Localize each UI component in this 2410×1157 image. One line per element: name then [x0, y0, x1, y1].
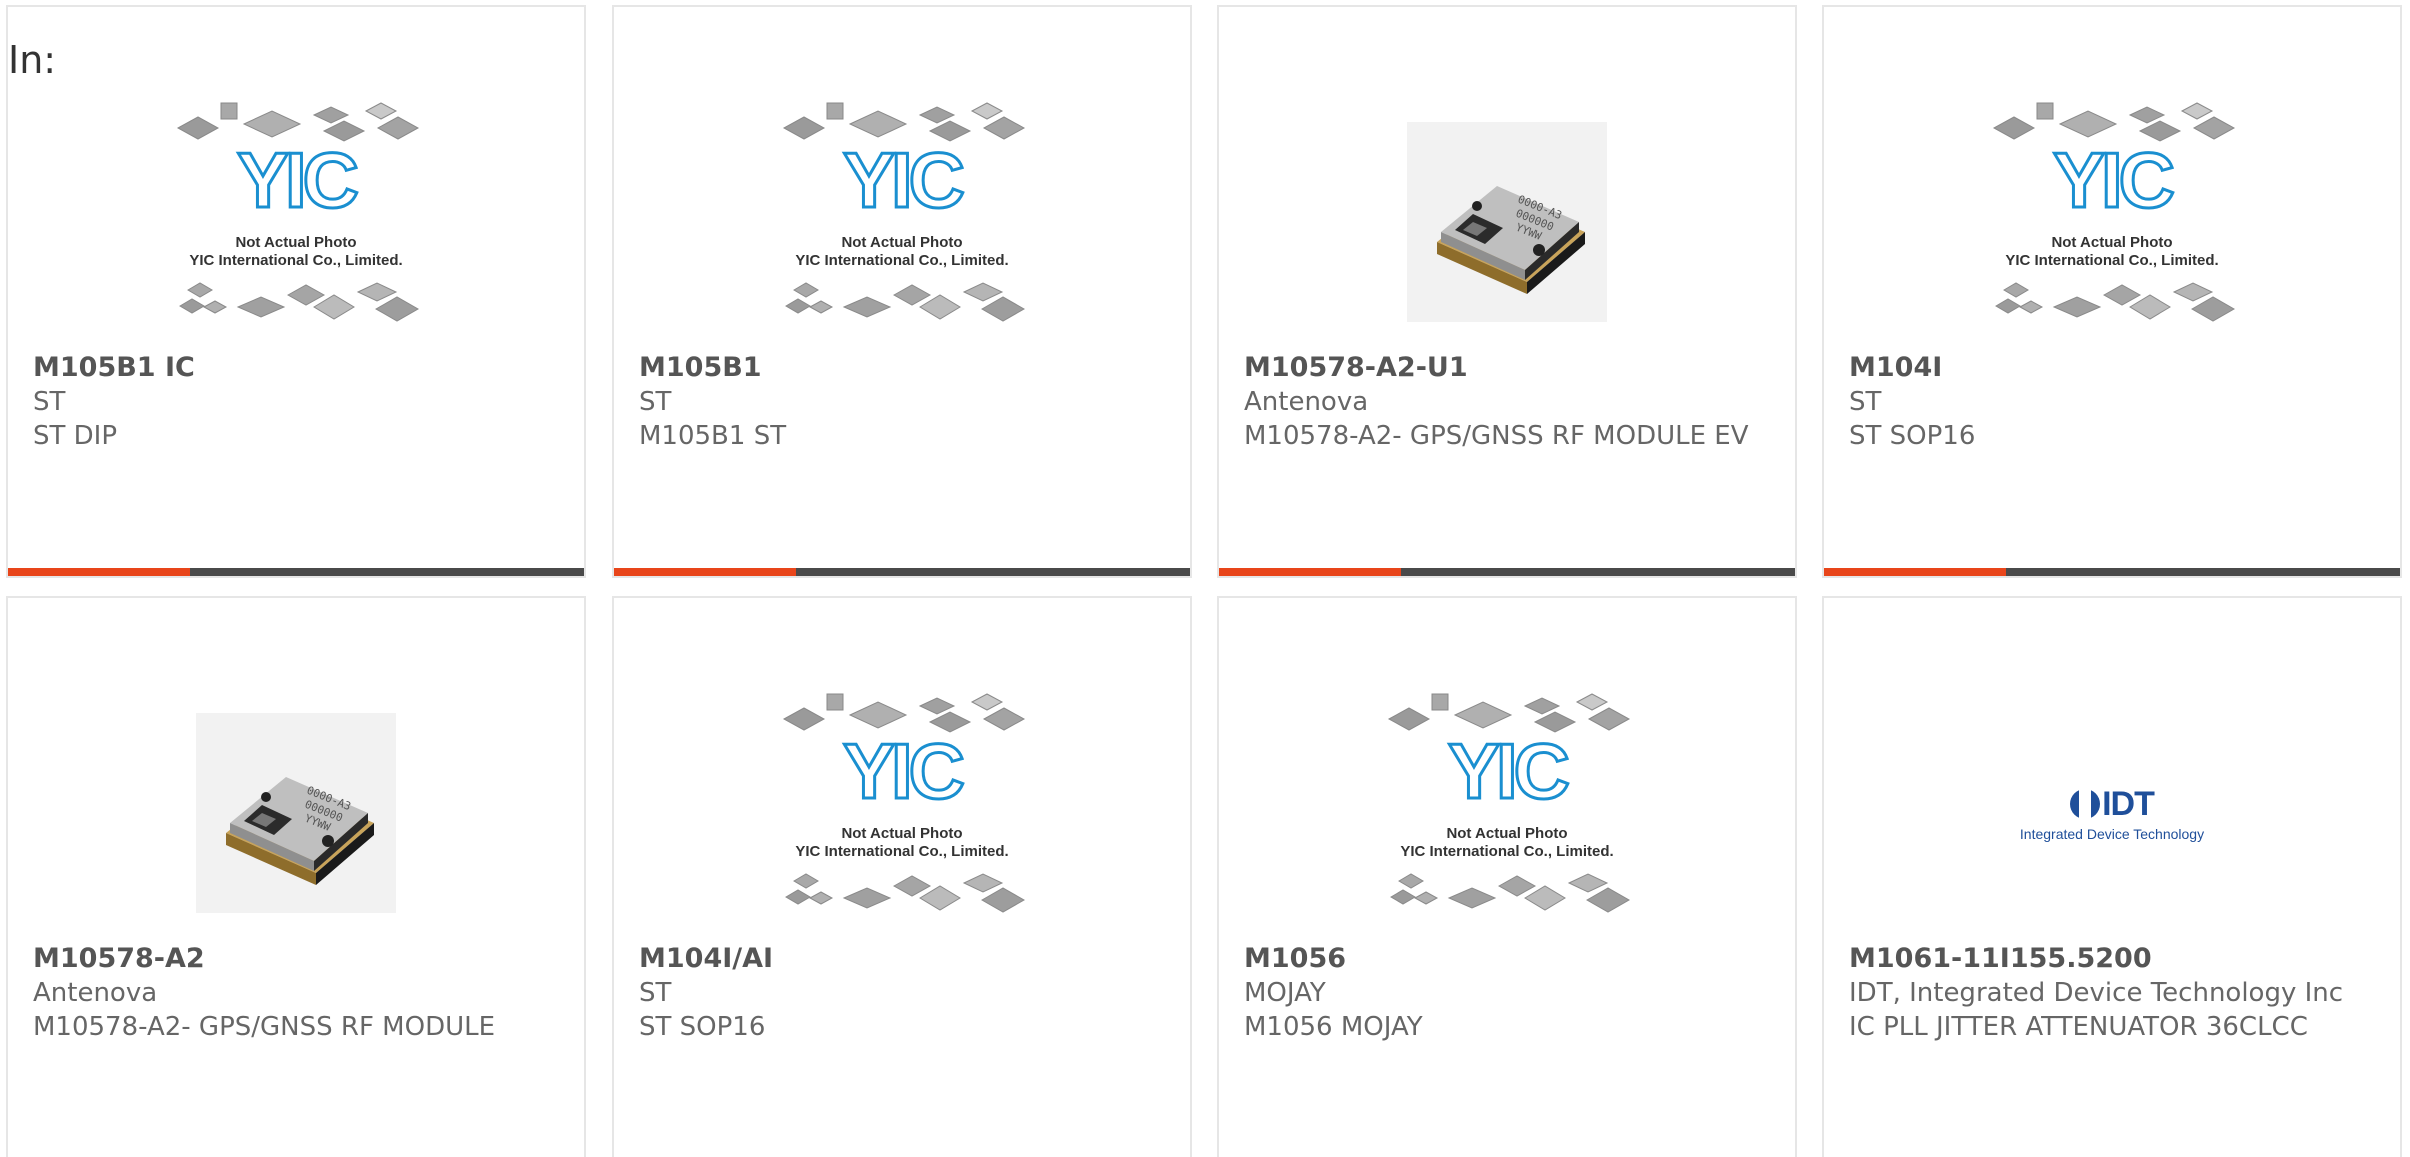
description: M105B1 ST — [639, 421, 787, 451]
svg-text:Not Actual Photo: Not Actual Photo — [841, 234, 962, 251]
description: M1056 MOJAY — [1244, 1012, 1423, 1042]
manufacturer: Antenova — [1244, 387, 1369, 417]
product-card[interactable]: YIC Not Actual Photo YIC International Co.… — [1217, 596, 1797, 1157]
manufacturer: ST — [639, 387, 672, 417]
manufacturer: ST — [33, 387, 66, 417]
manufacturer: ST — [639, 978, 672, 1008]
part-number[interactable]: M105B1 IC — [33, 351, 544, 385]
manufacturer: Antenova — [33, 978, 158, 1008]
svg-text:Not Actual Photo: Not Actual Photo — [1446, 825, 1567, 842]
svg-text:YIC: YIC — [2053, 136, 2174, 224]
svg-text:Not Actual Photo: Not Actual Photo — [2051, 234, 2172, 251]
card-bar — [614, 568, 1190, 576]
svg-text:YIC International Co., Limited: YIC International Co., Limited. — [189, 252, 402, 269]
svg-text:YIC: YIC — [237, 136, 358, 224]
idt-logo-image: IDT Integrated Device Technology — [2019, 784, 2205, 842]
manufacturer: MOJAY — [1244, 978, 1326, 1008]
svg-text:YIC International Co., Limited: YIC International Co., Limited. — [795, 252, 1008, 269]
placeholder-image: YIC Not Actual Photo YIC International Co.… — [1377, 688, 1637, 938]
svg-text:YIC International Co., Limited: YIC International Co., Limited. — [795, 843, 1008, 860]
product-card[interactable]: YIC Not Actual Photo YIC International Co.… — [6, 5, 586, 578]
description: M10578-A2- GPS/GNSS RF MODULE EV — [1244, 421, 1749, 451]
description: ST SOP16 — [1849, 421, 1976, 451]
description: ST DIP — [33, 421, 118, 451]
product-card[interactable]: 0000-A3 000000 YYWW M10578-A2 Antenova M10… — [6, 596, 586, 1157]
part-number[interactable]: M104I/AI — [639, 942, 1150, 976]
svg-text:Not Actual Photo: Not Actual Photo — [841, 825, 962, 842]
module-image: 0000-A3 000000 YYWW — [1377, 97, 1637, 347]
product-card[interactable]: IDT Integrated Device Technology M1061-11… — [1822, 596, 2402, 1157]
placeholder-image: YIC Not Actual Photo YIC International Co.… — [772, 97, 1032, 347]
placeholder-image: YIC Not Actual Photo YIC International Co.… — [166, 97, 426, 347]
svg-text:YIC International Co., Limited: YIC International Co., Limited. — [2005, 252, 2218, 269]
placeholder-image: YIC Not Actual Photo YIC International Co.… — [1982, 97, 2242, 347]
svg-text:YIC: YIC — [843, 136, 964, 224]
manufacturer: IDT, Integrated Device Technology Inc — [1849, 978, 2344, 1008]
description: ST SOP16 — [639, 1012, 766, 1042]
in-label: In: — [8, 38, 57, 82]
product-card[interactable]: YIC Not Actual Photo YIC International Co.… — [612, 5, 1192, 578]
manufacturer: ST — [1849, 387, 1882, 417]
card-bar — [1219, 568, 1795, 576]
svg-text:Not Actual Photo: Not Actual Photo — [235, 234, 356, 251]
card-bar — [1824, 568, 2400, 576]
part-number[interactable]: M10578-A2-U1 — [1244, 351, 1755, 385]
product-card[interactable]: YIC Not Actual Photo YIC International Co.… — [1822, 5, 2402, 578]
product-card[interactable]: YIC Not Actual Photo YIC International Co.… — [612, 596, 1192, 1157]
product-grid-page: In: YIC Not Actual Photo YIC International… — [0, 0, 2410, 1157]
part-number[interactable]: M1056 — [1244, 942, 1755, 976]
part-number[interactable]: M1061-11I155.5200 — [1849, 942, 2360, 976]
placeholder-image: YIC Not Actual Photo YIC International Co.… — [772, 688, 1032, 938]
svg-text:YIC: YIC — [843, 727, 964, 815]
svg-text:YIC: YIC — [1448, 727, 1569, 815]
part-number[interactable]: M104I — [1849, 351, 2360, 385]
card-bar — [8, 568, 584, 576]
description: M10578-A2- GPS/GNSS RF MODULE — [33, 1012, 496, 1042]
svg-text:YIC International Co., Limited: YIC International Co., Limited. — [1400, 843, 1613, 860]
part-number[interactable]: M105B1 — [639, 351, 1150, 385]
product-card[interactable]: 0000-A3 000000 YYWW M10578-A2-U1 Antenova … — [1217, 5, 1797, 578]
description: IC PLL JITTER ATTENUATOR 36CLCC — [1849, 1012, 2308, 1042]
part-number[interactable]: M10578-A2 — [33, 942, 544, 976]
module-image: 0000-A3 000000 YYWW — [166, 688, 426, 938]
